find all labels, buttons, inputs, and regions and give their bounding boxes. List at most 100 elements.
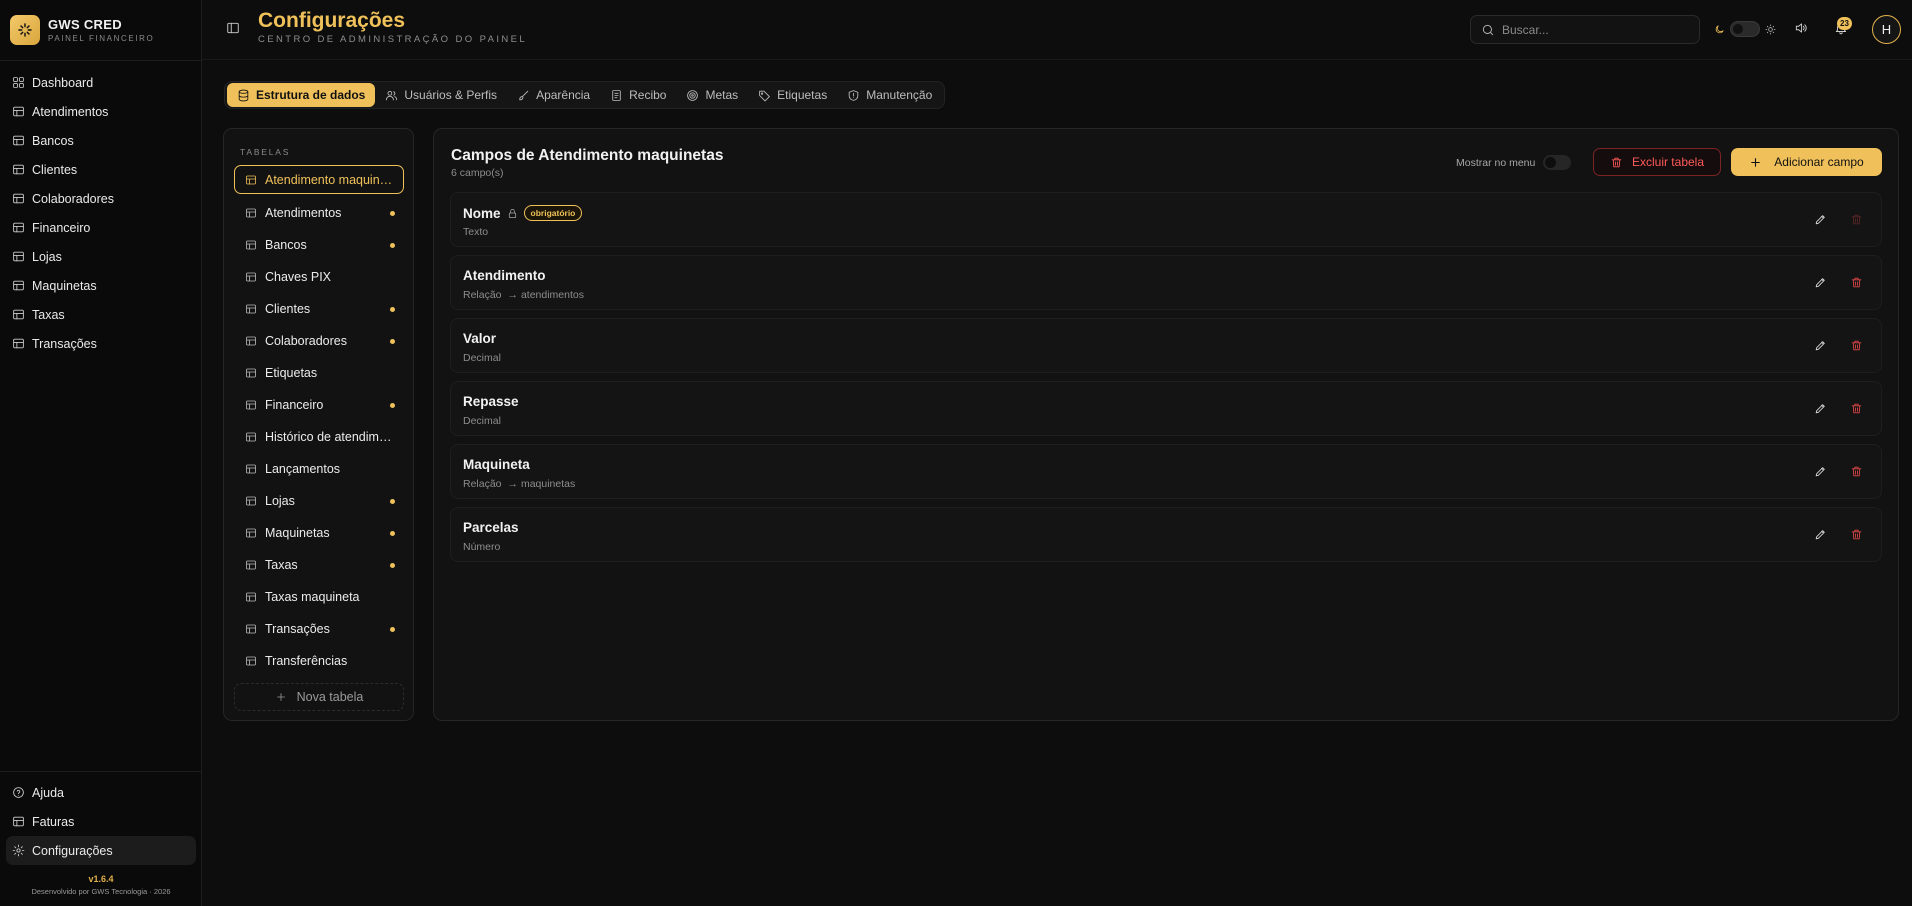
sidebar-item-configuracoes[interactable]: Configurações	[6, 836, 196, 865]
edit-field-button[interactable]	[1814, 402, 1827, 415]
tables-panel: TABELAS Atendimento maquinetas Atendiment…	[223, 128, 414, 721]
sidebar-item-colaboradores[interactable]: Colaboradores	[6, 184, 196, 213]
field-name-label: Nome	[463, 205, 501, 221]
table-icon	[13, 193, 24, 204]
brand-subtitle: PAINEL FINANCEIRO	[48, 34, 155, 43]
table-list-item[interactable]: Colaboradores	[234, 325, 404, 357]
table-list-item[interactable]: Clientes	[234, 293, 404, 325]
sidebar-item-faturas[interactable]: Faturas	[6, 807, 196, 836]
tab-aparencia[interactable]: Aparência	[507, 83, 600, 107]
sidebar-item-label: Colaboradores	[32, 191, 114, 206]
sidebar-item-maquinetas[interactable]: Maquinetas	[6, 271, 196, 300]
credits-label: Desenvolvido por GWS Tecnologia · 2026	[31, 887, 171, 896]
pencil-icon	[1815, 404, 1825, 414]
sidebar-item-ajuda[interactable]: Ajuda	[6, 778, 196, 807]
pencil-icon	[1815, 215, 1825, 225]
sidebar-item-atendimentos[interactable]: Atendimentos	[6, 97, 196, 126]
edit-field-button[interactable]	[1814, 213, 1827, 226]
sidebar-item-transacoes[interactable]: Transações	[6, 329, 196, 358]
sidebar-item-lojas[interactable]: Lojas	[6, 242, 196, 271]
field-name: Repasse	[463, 394, 519, 409]
delete-field-button[interactable]	[1850, 276, 1863, 289]
sidebar-item-label: Faturas	[32, 814, 75, 829]
table-icon	[246, 175, 256, 184]
table-icon	[246, 240, 256, 250]
edit-field-button[interactable]	[1814, 276, 1827, 289]
sidebar-item-label: Financeiro	[32, 220, 91, 235]
fields-count: 6 campo(s)	[451, 167, 504, 179]
tab-manutencao[interactable]: Manutenção	[837, 83, 942, 107]
sidebar-item-bancos[interactable]: Bancos	[6, 126, 196, 155]
table-icon	[246, 656, 256, 666]
table-list-item-label: Maquinetas	[265, 526, 330, 540]
theme-toggle[interactable]	[1714, 21, 1776, 37]
table-icon	[246, 336, 256, 346]
edit-field-button[interactable]	[1814, 339, 1827, 352]
search-input[interactable]	[1502, 22, 1692, 37]
table-list-item[interactable]: Financeiro	[234, 389, 404, 421]
tab-estrutura-de-dados[interactable]: Estrutura de dados	[227, 83, 376, 107]
sidebar-nav: Dashboard Atendimentos Bancos Clientes C…	[6, 68, 196, 358]
sidebar-item-label: Ajuda	[32, 785, 64, 800]
tab-etiquetas[interactable]: Etiquetas	[748, 83, 837, 107]
table-list-item[interactable]: Chaves PIX	[234, 261, 404, 293]
show-in-menu-toggle[interactable]: Mostrar no menu	[1456, 155, 1572, 170]
table-list-item[interactable]: Taxas	[234, 549, 404, 581]
grid-icon	[13, 77, 24, 88]
table-list-item[interactable]: Atendimento maquinetas	[234, 165, 404, 194]
table-list-item[interactable]: Maquinetas	[234, 517, 404, 549]
tab-metas[interactable]: Metas	[676, 83, 748, 107]
table-list-item[interactable]: Histórico de atendimentos	[234, 421, 404, 453]
delete-field-button[interactable]	[1850, 465, 1863, 478]
tab-recibo[interactable]: Recibo	[600, 83, 676, 107]
pencil-icon	[1815, 278, 1825, 288]
table-list-item[interactable]: Taxas maquineta	[234, 581, 404, 613]
divider	[0, 771, 201, 772]
table-icon	[13, 106, 24, 117]
table-list-item[interactable]: Transações	[234, 613, 404, 645]
tab-label: Manutenção	[866, 88, 933, 102]
sidebar-item-label: Configurações	[32, 843, 113, 858]
table-list-item[interactable]: Bancos	[234, 229, 404, 261]
receipt-icon	[612, 89, 621, 101]
field-actions	[1814, 402, 1863, 415]
sidebar-toggle-button[interactable]	[226, 21, 240, 35]
table-icon	[246, 592, 256, 602]
field-name-label: Parcelas	[463, 520, 519, 535]
field-row: Nome obrigatório Texto	[450, 192, 1882, 247]
sidebar-item-taxas[interactable]: Taxas	[6, 300, 196, 329]
tab-usuarios-perfis[interactable]: Usuários & Perfis	[375, 83, 507, 107]
avatar[interactable]: H	[1872, 15, 1901, 44]
table-icon	[13, 164, 24, 175]
table-list-item[interactable]: Etiquetas	[234, 357, 404, 389]
table-icon	[246, 624, 256, 634]
table-list-item[interactable]: Transferências	[234, 645, 404, 677]
delete-field-button[interactable]	[1850, 402, 1863, 415]
table-list-item[interactable]: Lançamentos	[234, 453, 404, 485]
plus-icon	[1751, 157, 1761, 167]
delete-table-label: Excluir tabela	[1631, 155, 1705, 169]
delete-field-button[interactable]	[1850, 339, 1863, 352]
edit-field-button[interactable]	[1814, 528, 1827, 541]
show-in-menu-switch[interactable]	[1543, 155, 1572, 170]
new-table-button[interactable]: Nova tabela	[234, 683, 404, 711]
sidebar-item-financeiro[interactable]: Financeiro	[6, 213, 196, 242]
add-field-button[interactable]: Adicionar campo	[1731, 148, 1882, 176]
sidebar-item-label: Lojas	[32, 249, 62, 264]
brand[interactable]: GWS CRED PAINEL FINANCEIRO	[10, 15, 154, 45]
theme-switch[interactable]	[1730, 21, 1760, 37]
sound-button[interactable]	[1794, 21, 1808, 35]
sidebar-item-dashboard[interactable]: Dashboard	[6, 68, 196, 97]
delete-table-button[interactable]: Excluir tabela	[1593, 148, 1721, 176]
show-in-menu-label: Mostrar no menu	[1456, 156, 1536, 169]
delete-field-button[interactable]	[1850, 528, 1863, 541]
field-row: Maquineta Relação → maquinetas	[450, 444, 1882, 499]
table-list-item[interactable]: Atendimentos	[234, 197, 404, 229]
field-actions	[1814, 528, 1863, 541]
required-badge: obrigatório	[523, 205, 583, 221]
header: Configurações CENTRO DE ADMINISTRAÇÃO DO…	[202, 0, 1912, 60]
table-list-item[interactable]: Lojas	[234, 485, 404, 517]
sidebar-item-clientes[interactable]: Clientes	[6, 155, 196, 184]
table-list-item-label: Clientes	[265, 302, 311, 316]
edit-field-button[interactable]	[1814, 465, 1827, 478]
